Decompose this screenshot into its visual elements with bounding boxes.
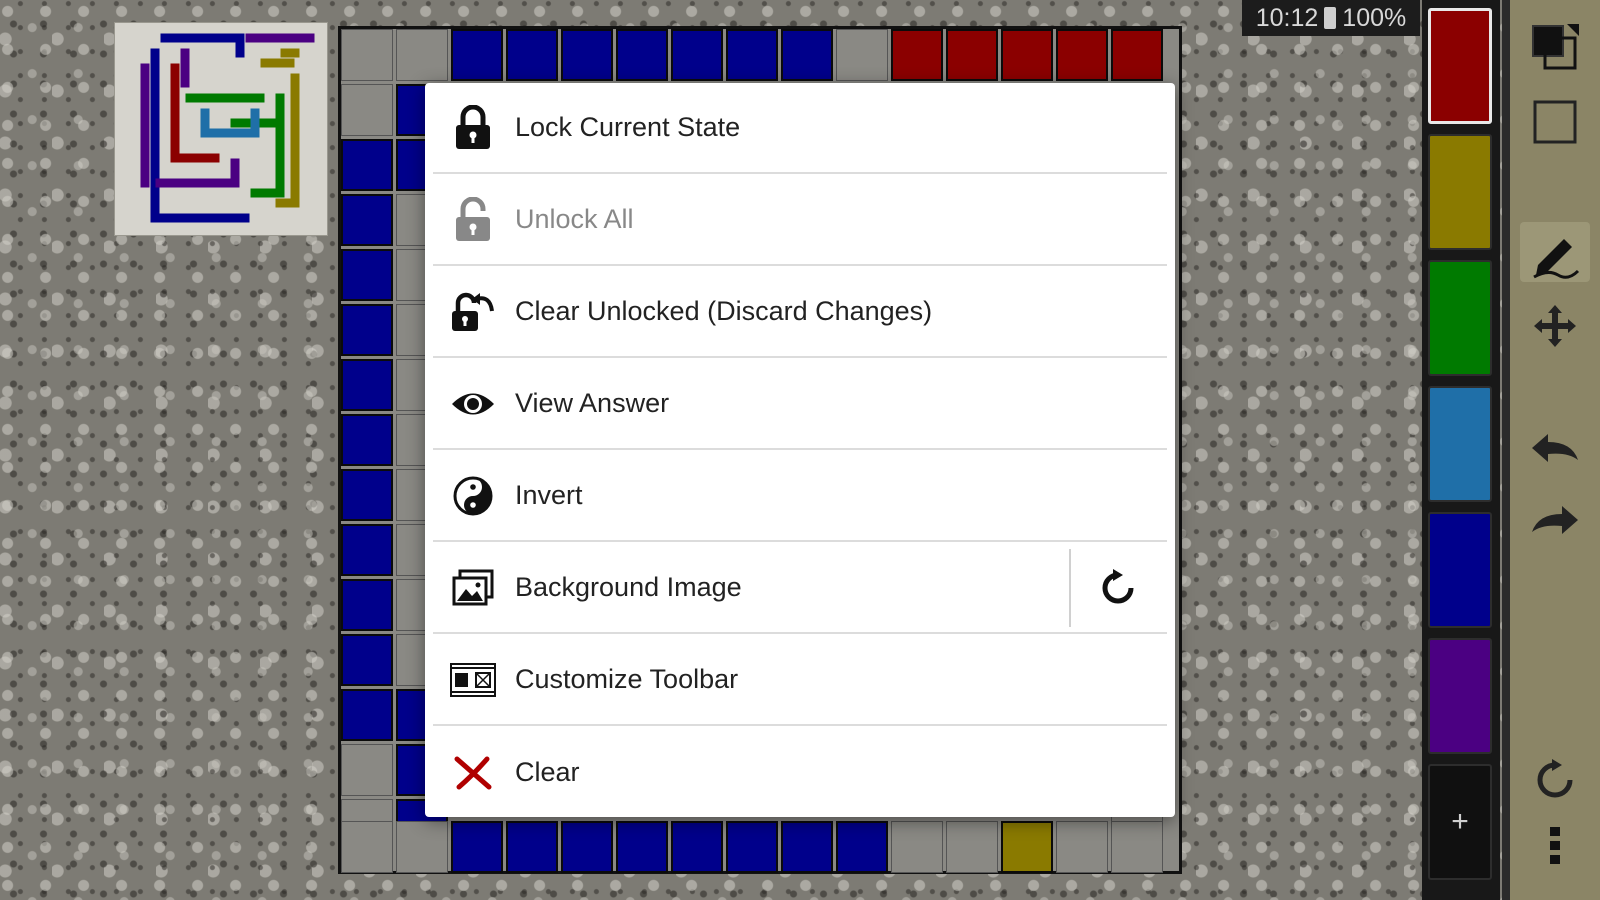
menu-item-label: Clear [515,757,580,787]
color-swatch[interactable] [1428,8,1492,124]
board-cell[interactable] [341,689,393,741]
image-icon [449,564,497,612]
board-cell[interactable] [726,29,778,81]
board-cell[interactable] [1056,821,1108,873]
board-cell[interactable] [341,634,393,686]
close-x-icon [449,749,497,797]
board-cell[interactable] [341,359,393,411]
more-vert-icon[interactable] [1520,815,1590,875]
refresh-icon[interactable] [1520,750,1590,810]
board-cell[interactable] [341,304,393,356]
menu-item-customize-toolbar[interactable]: Customize Toolbar [433,635,1167,726]
board-cell[interactable] [946,29,998,81]
color-palette: + [1422,0,1500,900]
menu-item-view-answer[interactable]: View Answer [433,359,1167,450]
move-icon[interactable] [1520,296,1590,356]
board-cell[interactable] [891,821,943,873]
lock-icon [449,104,497,152]
board-cell[interactable] [561,821,613,873]
board-cell[interactable] [341,29,393,81]
thumbnail-image [140,33,315,223]
add-color-button[interactable]: + [1428,764,1492,880]
yin-yang-icon [449,472,497,520]
board-cell[interactable] [616,29,668,81]
board-cell[interactable] [396,29,448,81]
board-cell[interactable] [451,821,503,873]
menu-item-label: Unlock All [515,204,634,234]
board-cell[interactable] [671,821,723,873]
pencil-icon[interactable] [1520,222,1590,282]
board-cell[interactable] [341,249,393,301]
empty-mode-icon[interactable] [1520,92,1590,152]
board-cell[interactable] [836,29,888,81]
board-cell[interactable] [616,821,668,873]
board-cell[interactable] [341,194,393,246]
menu-item-label: Customize Toolbar [515,664,739,694]
board-cell[interactable] [946,821,998,873]
fill-mode-icon[interactable] [1520,18,1590,78]
board-cell[interactable] [451,29,503,81]
board-cell[interactable] [506,29,558,81]
undo-icon[interactable] [1520,420,1590,480]
board-cell[interactable] [561,29,613,81]
board-cell[interactable] [781,29,833,81]
reset-icon[interactable] [1069,549,1167,627]
board-cell[interactable] [506,821,558,873]
menu-item-lock[interactable]: Lock Current State [433,83,1167,174]
color-swatch[interactable] [1428,260,1492,376]
menu-item-unlock-all[interactable]: Unlock All [433,175,1167,266]
board-cell[interactable] [341,414,393,466]
board-cell[interactable] [1001,29,1053,81]
board-cell[interactable] [1056,29,1108,81]
menu-item-clear-unlocked[interactable]: Clear Unlocked (Discard Changes) [433,267,1167,358]
battery-level: 100% [1342,3,1407,32]
board-cell[interactable] [1111,29,1163,81]
options-menu: Lock Current State Unlock All Clear Unlo… [425,83,1175,817]
board-cell[interactable] [836,821,888,873]
puzzle-thumbnail[interactable] [114,22,328,236]
toolbar-icon [449,656,497,704]
menu-item-label: View Answer [515,388,670,418]
board-cell[interactable] [341,524,393,576]
menu-item-label: Invert [515,480,583,510]
board-cell[interactable] [341,139,393,191]
color-swatch[interactable] [1428,638,1492,754]
menu-item-label: Lock Current State [515,112,741,142]
menu-item-clear[interactable]: Clear [433,727,1167,818]
board-cell[interactable] [341,469,393,521]
status-bar: 10:12 100% [1242,0,1420,36]
unlock-icon [449,196,497,244]
unlock-undo-icon [449,288,497,336]
menu-item-label: Background Image [515,572,742,602]
board-cell[interactable] [1111,821,1163,873]
board-cell[interactable] [341,744,393,796]
board-cell[interactable] [341,821,393,873]
eye-icon [449,380,497,428]
clock: 10:12 [1255,3,1319,32]
color-swatch[interactable] [1428,386,1492,502]
board-cell[interactable] [396,821,448,873]
redo-icon[interactable] [1520,492,1590,552]
board-cell[interactable] [781,821,833,873]
board-cell[interactable] [1001,821,1053,873]
menu-item-background-image[interactable]: Background Image [433,543,1167,634]
color-swatch[interactable] [1428,512,1492,628]
board-cell[interactable] [726,821,778,873]
menu-item-invert[interactable]: Invert [433,451,1167,542]
menu-item-label: Clear Unlocked (Discard Changes) [515,296,933,326]
toolbar [1502,0,1600,900]
battery-icon [1324,7,1337,29]
board-cell[interactable] [671,29,723,81]
board-cell[interactable] [341,579,393,631]
board-cell[interactable] [891,29,943,81]
color-swatch[interactable] [1428,134,1492,250]
board-cell[interactable] [341,84,393,136]
